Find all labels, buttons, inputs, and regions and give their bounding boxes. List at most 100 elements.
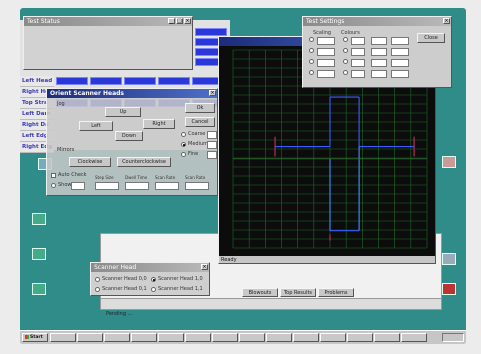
settings-colour-field[interactable] [351, 48, 365, 56]
status-line: Pending ... [106, 311, 133, 317]
jog-up-button[interactable]: Up [105, 107, 141, 117]
taskbar-item[interactable] [293, 333, 319, 342]
plot-status: Ready [221, 257, 237, 263]
start-button[interactable]: Start [22, 333, 48, 342]
coarse-value[interactable] [207, 131, 217, 139]
settings-scaling-field[interactable] [317, 48, 335, 56]
show-radio[interactable] [51, 183, 56, 188]
jog-down-button[interactable]: Down [115, 131, 143, 141]
desktop-icon-6[interactable] [438, 253, 460, 266]
desktop-icon-7[interactable] [438, 283, 460, 296]
scan-rate-value-2[interactable] [185, 182, 209, 190]
settings-window[interactable]: Test Settings × Scaling Colours Close [302, 16, 452, 88]
settings-scaling-radio[interactable] [309, 48, 314, 53]
fine-value[interactable] [207, 151, 217, 159]
counterclockwise-button[interactable]: Counterclockwise [117, 157, 171, 167]
scanner-head-titlebar[interactable]: Scanner Head × [91, 263, 209, 272]
settings-value-field[interactable] [391, 70, 409, 78]
taskbar-item[interactable] [212, 333, 238, 342]
close-icon[interactable]: × [184, 18, 191, 24]
status-window[interactable]: Test Status _ □ × [23, 16, 193, 70]
taskbar-item[interactable] [320, 333, 346, 342]
medium-label: Medium [188, 141, 208, 147]
settings-colour-radio[interactable] [343, 48, 348, 53]
settings-colour-radio[interactable] [343, 70, 348, 75]
orient-dialog-titlebar[interactable]: Orient Scanner Heads × [47, 89, 217, 98]
system-tray [442, 333, 464, 342]
settings-scaling-radio[interactable] [309, 70, 314, 75]
close-icon[interactable]: × [209, 90, 216, 96]
recycle-bin-icon [442, 283, 456, 295]
settings-scaling-radio[interactable] [309, 37, 314, 42]
desktop-icon-2[interactable] [28, 213, 50, 226]
scanner-head-0-0-radio[interactable] [95, 277, 100, 282]
settings-value-field[interactable] [371, 37, 387, 45]
scan-rate-value-1[interactable] [155, 182, 179, 190]
auto-check-checkbox[interactable] [51, 173, 56, 178]
scanner-head-0-1-radio[interactable] [95, 287, 100, 292]
settings-scaling-field[interactable] [317, 37, 335, 45]
desktop-icon-3[interactable] [28, 248, 50, 261]
scan-rate-label-2: Scan Rate [185, 175, 206, 180]
settings-value-field[interactable] [391, 37, 409, 45]
orient-dialog[interactable]: Orient Scanner Heads × Jog Up Left Right… [46, 88, 218, 196]
taskbar-item[interactable] [104, 333, 130, 342]
close-icon[interactable]: × [443, 18, 450, 24]
settings-value-field[interactable] [371, 59, 387, 67]
settings-value-field[interactable] [391, 48, 409, 56]
scanner-head-1-1-radio[interactable] [151, 287, 156, 292]
start-label: Start [30, 335, 43, 340]
settings-colour-radio[interactable] [343, 59, 348, 64]
tab-problems[interactable]: Problems [318, 288, 354, 297]
desktop-icon-4[interactable] [28, 283, 50, 296]
fine-radio[interactable] [181, 152, 186, 157]
clockwise-button[interactable]: Clockwise [69, 157, 111, 167]
settings-colour-field[interactable] [351, 59, 365, 67]
show-value[interactable] [71, 182, 85, 190]
jog-right-button[interactable]: Right [143, 119, 175, 129]
settings-scaling-radio[interactable] [309, 59, 314, 64]
tab-blowouts[interactable]: Blowouts [242, 288, 278, 297]
settings-scaling-field[interactable] [317, 59, 335, 67]
desktop-icon-5[interactable] [438, 156, 460, 169]
dwell-time-value[interactable] [125, 182, 149, 190]
taskbar-item[interactable] [158, 333, 184, 342]
settings-colour-radio[interactable] [343, 37, 348, 42]
medium-value[interactable] [207, 141, 217, 149]
jog-group-label: Jog [57, 101, 65, 107]
settings-value-field[interactable] [391, 59, 409, 67]
coarse-radio[interactable] [181, 132, 186, 137]
settings-scaling-field[interactable] [317, 70, 335, 78]
minimize-icon[interactable]: _ [168, 18, 175, 24]
maximize-icon[interactable]: □ [176, 18, 183, 24]
close-button[interactable]: Close [417, 33, 445, 43]
step-size-label: Step Size [95, 175, 114, 180]
settings-value-field[interactable] [371, 48, 387, 56]
taskbar-item[interactable] [266, 333, 292, 342]
scanner-head-window[interactable]: Scanner Head × Scanner Head 0,0 Scanner … [90, 262, 210, 296]
status-window-titlebar[interactable]: Test Status _ □ × [24, 17, 192, 26]
close-icon[interactable]: × [201, 264, 208, 270]
cancel-button[interactable]: Cancel [185, 117, 215, 127]
jog-left-button[interactable]: Left [79, 121, 113, 131]
step-size-value[interactable] [95, 182, 119, 190]
medium-radio[interactable] [181, 142, 186, 147]
settings-value-field[interactable] [371, 70, 387, 78]
taskbar-item[interactable] [77, 333, 103, 342]
taskbar-item[interactable] [50, 333, 76, 342]
settings-colour-field[interactable] [351, 70, 365, 78]
settings-window-titlebar[interactable]: Test Settings × [303, 17, 451, 26]
settings-colour-field[interactable] [351, 37, 365, 45]
status-cell [195, 28, 227, 36]
taskbar-item[interactable] [374, 333, 400, 342]
taskbar-item[interactable] [347, 333, 373, 342]
taskbar-item[interactable] [185, 333, 211, 342]
ok-button[interactable]: Ok [185, 103, 215, 113]
tab-top-results[interactable]: Top Results [280, 288, 316, 297]
taskbar-item[interactable] [401, 333, 427, 342]
scanner-head-1-0-radio[interactable] [151, 277, 156, 282]
taskbar-item[interactable] [239, 333, 265, 342]
application-icon [442, 253, 456, 265]
coarse-label: Coarse [188, 131, 206, 137]
taskbar-item[interactable] [131, 333, 157, 342]
